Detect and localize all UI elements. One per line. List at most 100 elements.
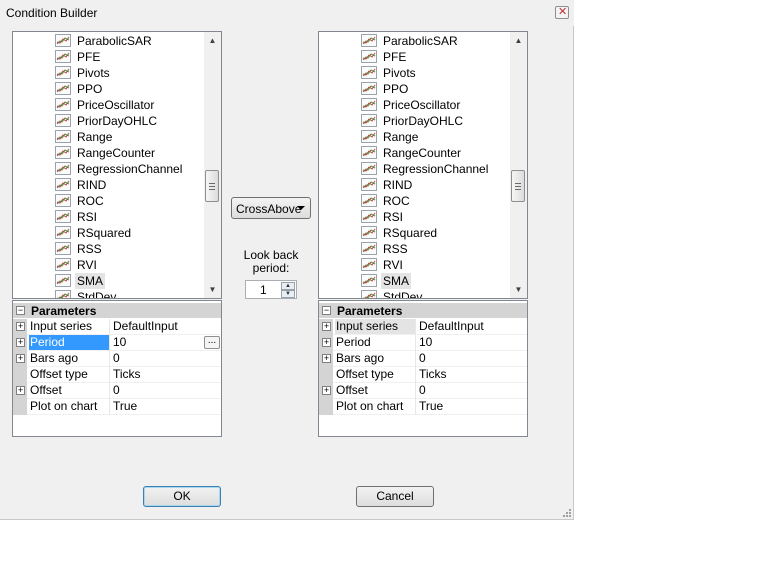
param-value[interactable]: Ticks	[419, 367, 447, 382]
indicator-list-item[interactable]: PriorDayOHLC	[319, 113, 511, 129]
indicator-list-item[interactable]: StdDev	[13, 289, 205, 298]
indicator-list-item[interactable]: ROC	[13, 193, 205, 209]
scroll-down-arrow-icon[interactable]: ▼	[204, 281, 221, 298]
indicator-list-item[interactable]: Range	[319, 129, 511, 145]
expand-plus-icon[interactable]: +	[16, 386, 25, 395]
indicator-list-item[interactable]: RSquared	[319, 225, 511, 241]
indicator-list-item[interactable]: RangeCounter	[319, 145, 511, 161]
indicator-list-item[interactable]: RIND	[319, 177, 511, 193]
indicator-list-item[interactable]: Pivots	[319, 65, 511, 81]
param-row[interactable]: + Input series DefaultInput	[13, 319, 221, 335]
param-name[interactable]: Period	[29, 335, 109, 350]
param-row[interactable]: Plot on chart True	[319, 399, 527, 415]
scroll-up-arrow-icon[interactable]: ▲	[204, 32, 221, 49]
collapse-minus-icon[interactable]: −	[16, 306, 25, 315]
expand-plus-icon[interactable]: +	[322, 386, 331, 395]
close-button[interactable]: ✕	[555, 6, 569, 19]
collapse-minus-icon[interactable]: −	[322, 306, 331, 315]
param-row[interactable]: + Bars ago 0	[13, 351, 221, 367]
indicator-list-item[interactable]: RegressionChannel	[13, 161, 205, 177]
expand-plus-icon[interactable]: +	[322, 338, 331, 347]
indicator-list-item[interactable]: StdDev	[319, 289, 511, 298]
indicator-list-item[interactable]: PriceOscillator	[319, 97, 511, 113]
param-value[interactable]: Ticks	[113, 367, 141, 382]
param-row[interactable]: + Period 10	[319, 335, 527, 351]
spin-down-icon[interactable]: ▼	[281, 290, 295, 298]
param-value[interactable]: True	[113, 399, 137, 414]
indicator-list-item[interactable]: RIND	[13, 177, 205, 193]
indicator-list-item[interactable]: RSS	[13, 241, 205, 257]
expand-plus-icon[interactable]: +	[16, 322, 25, 331]
param-name[interactable]: Bars ago	[29, 351, 109, 366]
param-value[interactable]: 10	[113, 335, 126, 350]
param-value[interactable]: 10	[419, 335, 432, 350]
param-value[interactable]: 0	[419, 351, 426, 366]
indicator-list-item[interactable]: Range	[13, 129, 205, 145]
indicator-list-item[interactable]: PriceOscillator	[13, 97, 205, 113]
param-value[interactable]: DefaultInput	[419, 319, 484, 334]
param-name[interactable]: Plot on chart	[335, 399, 415, 414]
param-row[interactable]: Plot on chart True	[13, 399, 221, 415]
indicator-list-item[interactable]: RSS	[319, 241, 511, 257]
scroll-up-arrow-icon[interactable]: ▲	[510, 32, 527, 49]
param-name[interactable]: Offset	[29, 383, 109, 398]
left-indicator-list[interactable]: ParabolicSAR PFE Pivots PPO PriceOscillator P…	[12, 31, 222, 299]
indicator-list-item[interactable]: SMA	[13, 273, 205, 289]
param-name[interactable]: Offset type	[29, 367, 109, 382]
operator-dropdown[interactable]: CrossAbove	[231, 197, 311, 219]
indicator-list-item[interactable]: ParabolicSAR	[319, 33, 511, 49]
indicator-list-item[interactable]: RegressionChannel	[319, 161, 511, 177]
indicator-list-item[interactable]: ROC	[319, 193, 511, 209]
indicator-list-item[interactable]: PPO	[13, 81, 205, 97]
indicator-list-item[interactable]: PPO	[319, 81, 511, 97]
param-value[interactable]: 0	[113, 383, 120, 398]
indicator-list-item[interactable]: ParabolicSAR	[13, 33, 205, 49]
indicator-list-item[interactable]: PFE	[319, 49, 511, 65]
param-name[interactable]: Input series	[29, 319, 109, 334]
param-row[interactable]: + Bars ago 0	[319, 351, 527, 367]
cancel-button[interactable]: Cancel	[356, 486, 434, 507]
param-row[interactable]: + Offset 0	[13, 383, 221, 399]
param-row[interactable]: Offset type Ticks	[13, 367, 221, 383]
indicator-list-item[interactable]: PFE	[13, 49, 205, 65]
ellipsis-button[interactable]: ...	[204, 336, 220, 349]
indicator-list-item[interactable]: RVI	[13, 257, 205, 273]
title-bar[interactable]: Condition Builder ✕	[0, 0, 574, 26]
param-value[interactable]: 0	[419, 383, 426, 398]
indicator-list-item[interactable]: SMA	[319, 273, 511, 289]
indicator-list-item[interactable]: RSI	[319, 209, 511, 225]
param-name[interactable]: Offset type	[335, 367, 415, 382]
right-list-scrollbar[interactable]: ▲ ▼	[510, 32, 527, 298]
lookback-value[interactable]: 1	[260, 283, 267, 297]
param-name[interactable]: Plot on chart	[29, 399, 109, 414]
param-row[interactable]: + Period 10...	[13, 335, 221, 351]
lookback-period-stepper[interactable]: 1 ▲ ▼	[245, 280, 297, 299]
ok-button[interactable]: OK	[143, 486, 221, 507]
indicator-list-item[interactable]: RSquared	[13, 225, 205, 241]
scroll-down-arrow-icon[interactable]: ▼	[510, 281, 527, 298]
param-value[interactable]: 0	[113, 351, 120, 366]
param-row[interactable]: + Offset 0	[319, 383, 527, 399]
expand-plus-icon[interactable]: +	[16, 338, 25, 347]
expand-plus-icon[interactable]: +	[322, 354, 331, 363]
right-indicator-list[interactable]: ParabolicSAR PFE Pivots PPO PriceOscillator P…	[318, 31, 528, 299]
param-name[interactable]: Bars ago	[335, 351, 415, 366]
scroll-thumb[interactable]	[511, 170, 525, 202]
left-list-scrollbar[interactable]: ▲ ▼	[204, 32, 221, 298]
param-row[interactable]: + Input series DefaultInput	[319, 319, 527, 335]
indicator-list-item[interactable]: PriorDayOHLC	[13, 113, 205, 129]
indicator-list-item[interactable]: Pivots	[13, 65, 205, 81]
param-name[interactable]: Offset	[335, 383, 415, 398]
param-value[interactable]: DefaultInput	[113, 319, 178, 334]
param-value[interactable]: True	[419, 399, 443, 414]
scroll-thumb[interactable]	[205, 170, 219, 202]
expand-plus-icon[interactable]: +	[16, 354, 25, 363]
indicator-list-item[interactable]: RSI	[13, 209, 205, 225]
resize-grip-icon[interactable]	[562, 508, 572, 518]
param-name[interactable]: Input series	[335, 319, 415, 334]
expand-plus-icon[interactable]: +	[322, 322, 331, 331]
param-name[interactable]: Period	[335, 335, 415, 350]
indicator-list-item[interactable]: RangeCounter	[13, 145, 205, 161]
spin-up-icon[interactable]: ▲	[281, 282, 295, 290]
indicator-list-item[interactable]: RVI	[319, 257, 511, 273]
